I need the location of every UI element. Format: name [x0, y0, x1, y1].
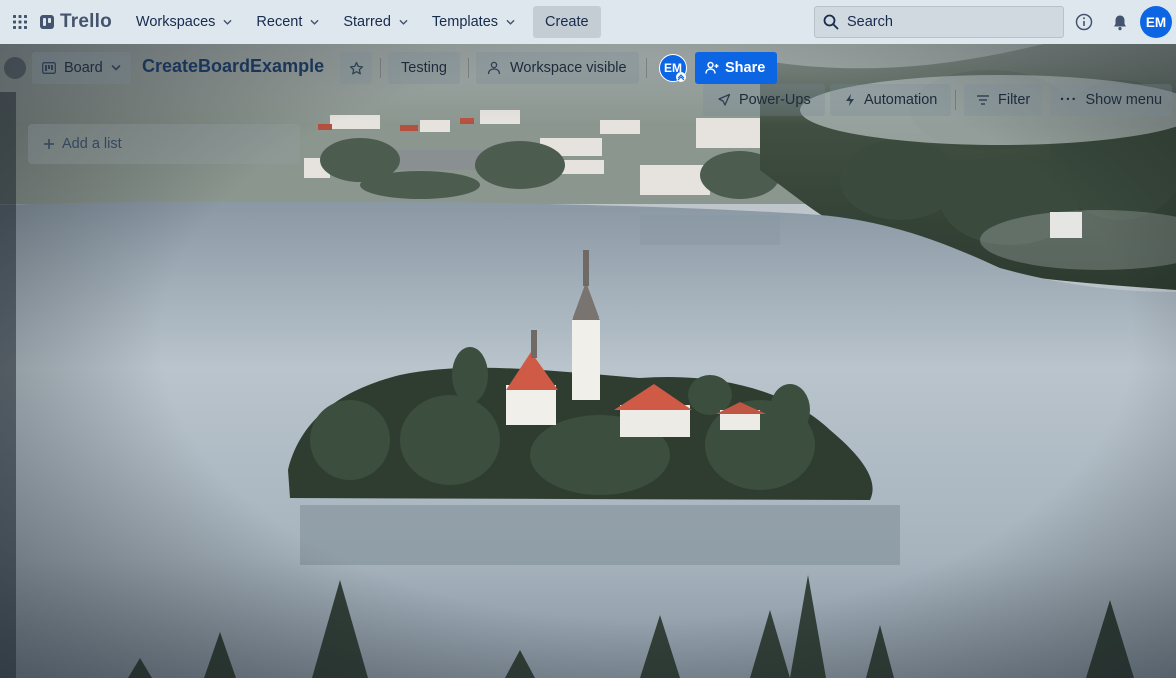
left-edge-shade — [0, 92, 16, 678]
header-divider — [468, 58, 469, 78]
board-view-label: Board — [64, 60, 103, 76]
trello-logo[interactable]: Trello — [40, 0, 124, 44]
board-view-icon — [42, 62, 56, 74]
create-button[interactable]: Create — [533, 6, 601, 38]
nav-menu-templates[interactable]: Templates — [420, 6, 527, 38]
power-ups-label: Power-Ups — [739, 92, 811, 108]
app-switcher-button[interactable] — [0, 0, 40, 44]
nav-menu-workspaces[interactable]: Workspaces — [124, 6, 245, 38]
board-view-switcher[interactable]: Board — [32, 52, 131, 84]
header-divider — [955, 90, 956, 110]
grid-icon — [13, 15, 27, 29]
chevron-down-icon — [224, 19, 232, 25]
star-icon — [349, 61, 363, 74]
rocket-icon — [718, 93, 731, 106]
chevron-down-icon — [111, 65, 121, 71]
show-menu-button[interactable]: ··· Show menu — [1050, 84, 1173, 116]
board-label-text: Testing — [401, 60, 447, 76]
plus-icon — [44, 139, 54, 149]
sidebar-toggle[interactable] — [4, 57, 26, 79]
filter-button[interactable]: Filter — [964, 84, 1043, 116]
nav-menu-label: Recent — [256, 14, 303, 30]
header-divider — [380, 58, 381, 78]
search-icon — [823, 14, 839, 30]
nav-menu-label: Starred — [343, 14, 391, 30]
add-list-button[interactable]: Add a list — [28, 124, 300, 164]
nav-menu-label: Workspaces — [135, 14, 216, 30]
star-board-button[interactable] — [340, 52, 372, 84]
board-title[interactable]: CreateBoardExample — [142, 56, 324, 77]
add-person-icon — [705, 61, 719, 74]
info-icon — [1075, 13, 1093, 31]
trello-logo-icon — [40, 15, 54, 29]
visibility-button[interactable]: Workspace visible — [476, 52, 639, 84]
chevron-down-icon — [310, 19, 319, 25]
lightning-icon — [846, 94, 854, 106]
notifications-button[interactable] — [1109, 11, 1131, 33]
automation-button[interactable]: Automation — [830, 84, 952, 116]
share-label: Share — [725, 60, 766, 76]
more-icon: ··· — [1060, 92, 1078, 108]
nav-menu-starred[interactable]: Starred — [331, 6, 420, 38]
add-list-label: Add a list — [62, 136, 122, 152]
search-input[interactable]: Search — [814, 6, 1064, 38]
automation-label: Automation — [864, 92, 938, 108]
filter-icon — [977, 95, 989, 105]
search-placeholder: Search — [847, 14, 893, 30]
admin-badge-icon — [676, 72, 686, 82]
board-label-button[interactable]: Testing — [388, 52, 460, 84]
nav-menu-recent[interactable]: Recent — [244, 6, 331, 38]
bell-icon — [1114, 15, 1126, 30]
share-button[interactable]: Share — [695, 52, 778, 84]
chevron-down-icon — [399, 19, 408, 25]
header-divider — [646, 58, 647, 78]
info-button[interactable] — [1073, 11, 1095, 33]
brand-name: Trello — [60, 11, 112, 32]
power-ups-button[interactable]: Power-Ups — [703, 84, 825, 116]
show-menu-label: Show menu — [1085, 92, 1163, 108]
chevron-down-icon — [506, 19, 515, 25]
user-avatar[interactable]: EM — [1140, 6, 1172, 38]
nav-menu-label: Templates — [431, 14, 499, 30]
top-navigation-bar: Trello Workspaces Recent Starred Templat… — [0, 0, 1176, 44]
workspace-visibility-icon — [487, 61, 501, 75]
filter-label: Filter — [998, 92, 1031, 108]
visibility-label: Workspace visible — [510, 60, 627, 76]
